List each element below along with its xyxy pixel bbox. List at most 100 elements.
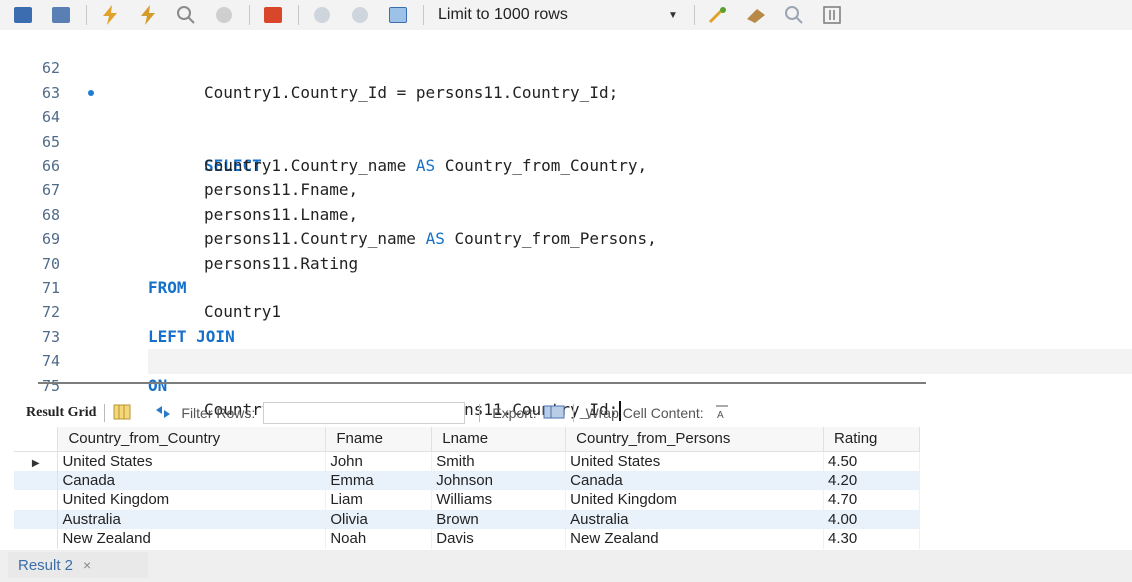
table-row[interactable]: New Zealand Noah Davis New Zealand 4.30 (14, 529, 920, 549)
tab-result-2[interactable]: Result 2 × (8, 552, 148, 578)
toolbar-separator (249, 5, 250, 25)
table-cell[interactable]: Liam (325, 490, 433, 510)
filter-rows-label: Filter Rows: (181, 405, 256, 421)
table-row[interactable]: Australia Olivia Brown Australia 4.00 (14, 509, 920, 529)
grid-view-icon[interactable] (113, 404, 131, 423)
table-cell[interactable]: 4.20 (823, 470, 920, 490)
tab-label: Result 2 (18, 556, 74, 574)
code-line: 71 Country1 (0, 252, 1132, 321)
table-cell[interactable]: New Zealand (57, 529, 327, 549)
row-gutter (14, 509, 59, 529)
toolbar-separator (572, 404, 574, 422)
autocommit-icon[interactable] (385, 4, 411, 26)
code-line: 73 persons11 (0, 300, 1132, 370)
save-icon[interactable] (48, 4, 74, 26)
table-cell[interactable]: 4.70 (823, 490, 920, 510)
stop-icon[interactable] (211, 4, 237, 26)
sql-editor[interactable]: 62 Country1.Country_Id = persons11.Count… (0, 30, 1132, 421)
line-number: 75 (42, 376, 61, 395)
chevron-down-icon: ▼ (668, 9, 678, 21)
row-gutter (14, 490, 59, 510)
export-label: Export: (492, 405, 537, 421)
eraser-icon[interactable] (743, 4, 769, 26)
table-row[interactable]: ▶ United States John Smith United States… (14, 451, 920, 471)
export-icon[interactable] (543, 404, 565, 423)
code-line: 64 SELECT (0, 81, 1132, 175)
limit-rows-label: Limit to 1000 rows (438, 6, 568, 23)
toolbar-separator (693, 5, 695, 25)
table-cell[interactable]: Canada (57, 470, 327, 490)
close-icon[interactable]: × (83, 557, 91, 573)
table-cell[interactable]: Smith (431, 451, 567, 471)
table-cell[interactable]: 4.50 (823, 451, 920, 471)
table-cell[interactable]: Australia (57, 509, 327, 529)
grid-header-row: Country_from_Country Fname Lname Country… (14, 427, 920, 452)
refresh-icon[interactable] (153, 404, 173, 423)
wrap-toggle-icon[interactable]: A (714, 404, 730, 423)
table-cell[interactable]: Brown (431, 509, 567, 529)
toolbar-separator (298, 5, 299, 25)
table-cell[interactable]: 4.00 (823, 509, 920, 529)
table-row[interactable]: United Kingdom Liam Williams United King… (14, 490, 920, 510)
code-line: 62 Country1.Country_Id = persons11.Count… (0, 32, 1132, 101)
result-grid-tab[interactable]: Result Grid (26, 405, 96, 421)
table-cell[interactable]: John (325, 451, 433, 471)
keyword-on: ON (148, 375, 168, 395)
invisible-chars-icon[interactable] (819, 4, 845, 26)
table-cell[interactable]: Emma (325, 470, 433, 490)
column-header[interactable]: Fname (325, 427, 433, 452)
table-cell[interactable]: New Zealand (565, 529, 825, 549)
table-cell[interactable]: Noah (325, 529, 433, 549)
row-gutter-header (14, 427, 59, 452)
toolbar-separator (104, 404, 106, 422)
table-cell[interactable]: Davis (431, 529, 567, 549)
table-cell[interactable]: United Kingdom (565, 490, 825, 510)
wrap-cell-content-label: Wrap Cell Content: (585, 405, 704, 421)
result-grid: Country_from_Country Fname Lname Country… (14, 427, 920, 549)
table-cell[interactable]: United States (57, 451, 327, 471)
toolbar-separator (86, 5, 87, 25)
toolbar-separator (423, 5, 424, 25)
row-gutter (14, 529, 59, 549)
code-line: 65 Country1.Country_name AS Country_from… (0, 105, 1132, 175)
code-line: 63 (0, 56, 1132, 102)
table-cell[interactable]: United States (565, 451, 825, 471)
code-line: 75 Country1.Country_Id = persons11.Count… (0, 349, 1132, 421)
rollback-icon[interactable] (347, 4, 373, 26)
column-header[interactable]: Lname (431, 427, 567, 452)
column-header[interactable]: Country_from_Country (57, 427, 327, 452)
column-header[interactable]: Rating (823, 427, 920, 452)
open-icon[interactable] (10, 4, 36, 26)
code-line: 66 persons11.Fname, (0, 130, 1132, 199)
code-line: 70 FROM (0, 227, 1132, 297)
panel-splitter[interactable] (38, 382, 926, 384)
row-gutter (14, 470, 59, 490)
table-cell[interactable]: Canada (565, 470, 825, 490)
svg-text:A: A (717, 410, 724, 420)
table-cell[interactable]: 4.30 (823, 529, 920, 549)
statement-marker-icon (88, 89, 94, 96)
toggle-error-icon[interactable] (260, 4, 286, 26)
table-row[interactable]: Canada Emma Johnson Canada 4.20 (14, 470, 920, 490)
limit-rows-select[interactable]: Limit to 1000 rows ▼ (438, 4, 694, 26)
lightning-cursor-icon[interactable] (135, 4, 161, 26)
lightning-icon[interactable] (97, 4, 123, 26)
table-cell[interactable]: Johnson (431, 470, 567, 490)
table-cell[interactable]: Williams (431, 490, 567, 510)
beautify-icon[interactable] (705, 4, 731, 26)
table-cell[interactable]: Olivia (325, 509, 433, 529)
toolbar-separator (479, 404, 481, 422)
result-tabs-bar: Result 2 × (0, 550, 1132, 582)
table-cell[interactable]: United Kingdom (57, 490, 327, 510)
find-icon[interactable] (781, 4, 807, 26)
table-cell[interactable]: Australia (565, 509, 825, 529)
commit-icon[interactable] (309, 4, 335, 26)
filter-rows-input[interactable] (263, 402, 466, 424)
code-line: 74 ON (0, 325, 1132, 394)
editor-toolbar: Limit to 1000 rows ▼ (0, 0, 1132, 30)
row-pointer-icon: ▶ (14, 451, 59, 471)
column-header[interactable]: Country_from_Persons (565, 427, 825, 452)
code-line: 72 LEFT JOIN (0, 276, 1132, 345)
explain-icon[interactable] (173, 4, 199, 26)
code-line: 69 persons11.Rating (0, 203, 1132, 272)
